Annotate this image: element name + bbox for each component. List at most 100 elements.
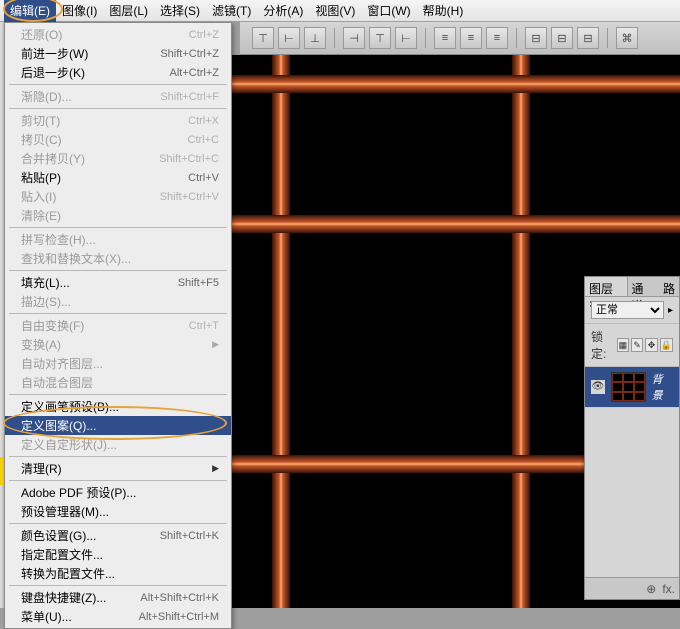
menu-item[interactable]: 图像(I) — [56, 0, 103, 22]
toolbar-sep — [607, 28, 608, 48]
menu-item[interactable]: 图层(L) — [103, 0, 154, 22]
menu-item[interactable]: 窗口(W) — [361, 0, 416, 22]
submenu-arrow-icon: ▶ — [212, 339, 219, 350]
dist-btn-6[interactable]: ⊟ — [577, 27, 599, 49]
menu-entry-label: 自动对齐图层... — [21, 355, 103, 372]
menu-entry-label: 还原(O) — [21, 26, 62, 43]
menu-entry[interactable]: 键盘快捷键(Z)...Alt+Shift+Ctrl+K — [5, 588, 231, 607]
panel-tab[interactable]: 图层 × — [585, 277, 628, 296]
menu-entry[interactable]: 预设管理器(M)... — [5, 502, 231, 521]
menu-entry-label: 定义自定形状(J)... — [21, 436, 117, 453]
menu-entry-label: 颜色设置(G)... — [21, 527, 96, 544]
menu-entry-label: 后退一步(K) — [21, 64, 85, 81]
dist-btn-3[interactable]: ≡ — [486, 27, 508, 49]
grid-vbar — [272, 55, 290, 608]
lock-transparent-icon[interactable]: ▦ — [617, 338, 629, 352]
menu-entry[interactable]: 转换为配置文件... — [5, 564, 231, 583]
panel-tab[interactable]: 路 — [659, 277, 679, 296]
lock-move-icon[interactable]: ✥ — [645, 338, 657, 352]
visibility-eye-icon[interactable]: 👁 — [591, 380, 605, 394]
panel-tab[interactable]: 通道 — [628, 277, 659, 296]
dist-btn-4[interactable]: ⊟ — [525, 27, 547, 49]
align-btn-6[interactable]: ⊢ — [395, 27, 417, 49]
toolbar-sep — [425, 28, 426, 48]
menu-entry: 贴入(I)Shift+Ctrl+V — [5, 187, 231, 206]
menu-entry-label: 清理(R) — [21, 460, 62, 477]
menu-entry-label: 拼写检查(H)... — [21, 231, 96, 248]
menu-entry: 清除(E) — [5, 206, 231, 225]
menu-separator — [9, 456, 227, 457]
menu-shortcut: Ctrl+T — [189, 320, 219, 332]
layer-thumbnail[interactable] — [611, 372, 646, 402]
menu-item[interactable]: 选择(S) — [154, 0, 206, 22]
align-btn-1[interactable]: ⊤ — [252, 27, 274, 49]
menu-entry[interactable]: 定义画笔预设(B)... — [5, 397, 231, 416]
menu-entry[interactable]: 颜色设置(G)... Shift+Ctrl+K — [5, 526, 231, 545]
menu-entry[interactable]: 定义图案(Q)... — [5, 416, 231, 435]
menu-item[interactable]: 视图(V) — [309, 0, 361, 22]
panel-footer: ⊕ fx. — [585, 577, 679, 599]
menu-entry-label: 描边(S)... — [21, 293, 71, 310]
lock-label: 锁定: — [591, 328, 615, 362]
menu-entry[interactable]: 清理(R)▶ — [5, 459, 231, 478]
menu-entry: 查找和替换文本(X)... — [5, 249, 231, 268]
blend-mode-select[interactable]: 正常 — [591, 301, 664, 319]
menu-entry[interactable]: Adobe PDF 预设(P)... — [5, 483, 231, 502]
menu-entry-label: 自动混合图层 — [21, 374, 93, 391]
menu-entry[interactable]: 指定配置文件... — [5, 545, 231, 564]
menu-entry[interactable]: 前进一步(W)Shift+Ctrl+Z — [5, 44, 231, 63]
menu-shortcut: Shift+Ctrl+F — [160, 91, 219, 103]
menu-entry-label: 自由变换(F) — [21, 317, 84, 334]
menu-separator — [9, 84, 227, 85]
align-btn-3[interactable]: ⊥ — [304, 27, 326, 49]
layer-name: 背景 — [652, 371, 673, 403]
link-layers-icon[interactable]: ⊕ — [646, 582, 656, 596]
menu-entry: 变换(A) ▶ — [5, 335, 231, 354]
dist-btn-2[interactable]: ≡ — [460, 27, 482, 49]
menu-entry-label: 定义图案(Q)... — [21, 417, 96, 434]
menu-entry[interactable]: 菜单(U)...Alt+Shift+Ctrl+M — [5, 607, 231, 626]
menu-entry[interactable]: 填充(L)...Shift+F5 — [5, 273, 231, 292]
menu-entry-label: Adobe PDF 预设(P)... — [21, 484, 136, 501]
layer-row-background[interactable]: 👁 背景 — [585, 366, 679, 407]
fx-icon[interactable]: fx. — [662, 582, 675, 596]
align-btn-2[interactable]: ⊢ — [278, 27, 300, 49]
menu-entry-label: 清除(E) — [21, 207, 61, 224]
misc-btn[interactable]: ⌘ — [616, 27, 638, 49]
menu-entry[interactable]: 后退一步(K) Alt+Ctrl+Z — [5, 63, 231, 82]
menu-entry: 自动对齐图层... — [5, 354, 231, 373]
menu-shortcut: Shift+Ctrl+K — [160, 530, 219, 542]
lock-all-icon[interactable]: 🔒 — [660, 338, 673, 352]
menu-entry-label: 粘贴(P) — [21, 169, 61, 186]
menu-entry[interactable]: 粘贴(P)Ctrl+V — [5, 168, 231, 187]
menu-entry-label: 转换为配置文件... — [21, 565, 115, 582]
menu-bar: 编辑(E)图像(I)图层(L)选择(S)滤镜(T)分析(A)视图(V)窗口(W)… — [0, 0, 680, 22]
menu-separator — [9, 313, 227, 314]
menu-shortcut: Alt+Ctrl+Z — [169, 67, 219, 79]
lock-paint-icon[interactable]: ✎ — [631, 338, 643, 352]
menu-entry-label: 渐隐(D)... — [21, 88, 72, 105]
menu-shortcut: Shift+Ctrl+C — [159, 153, 219, 165]
layers-empty-area — [585, 407, 679, 577]
menu-separator — [9, 394, 227, 395]
menu-entry-label: 剪切(T) — [21, 112, 60, 129]
menu-item[interactable]: 编辑(E) — [4, 0, 56, 22]
menu-shortcut: Shift+Ctrl+V — [160, 191, 219, 203]
menu-separator — [9, 227, 227, 228]
align-btn-4[interactable]: ⊣ — [343, 27, 365, 49]
dist-btn-1[interactable]: ≡ — [434, 27, 456, 49]
menu-entry: 拷贝(C)Ctrl+C — [5, 130, 231, 149]
menu-item[interactable]: 帮助(H) — [417, 0, 470, 22]
menu-entry-label: 定义画笔预设(B)... — [21, 398, 119, 415]
menu-entry: 剪切(T)Ctrl+X — [5, 111, 231, 130]
dist-btn-5[interactable]: ⊟ — [551, 27, 573, 49]
menu-entry: 拼写检查(H)... — [5, 230, 231, 249]
menu-shortcut: Ctrl+C — [188, 134, 219, 146]
menu-item[interactable]: 滤镜(T) — [206, 0, 257, 22]
align-btn-5[interactable]: ⊤ — [369, 27, 391, 49]
panel-tabs: 图层 ×通道路 — [585, 277, 679, 297]
menu-item[interactable]: 分析(A) — [257, 0, 309, 22]
menu-entry-label: 变换(A) — [21, 336, 61, 353]
opacity-arrows-icon[interactable]: ▸ — [668, 305, 673, 316]
menu-shortcut: Alt+Shift+Ctrl+M — [139, 611, 219, 623]
